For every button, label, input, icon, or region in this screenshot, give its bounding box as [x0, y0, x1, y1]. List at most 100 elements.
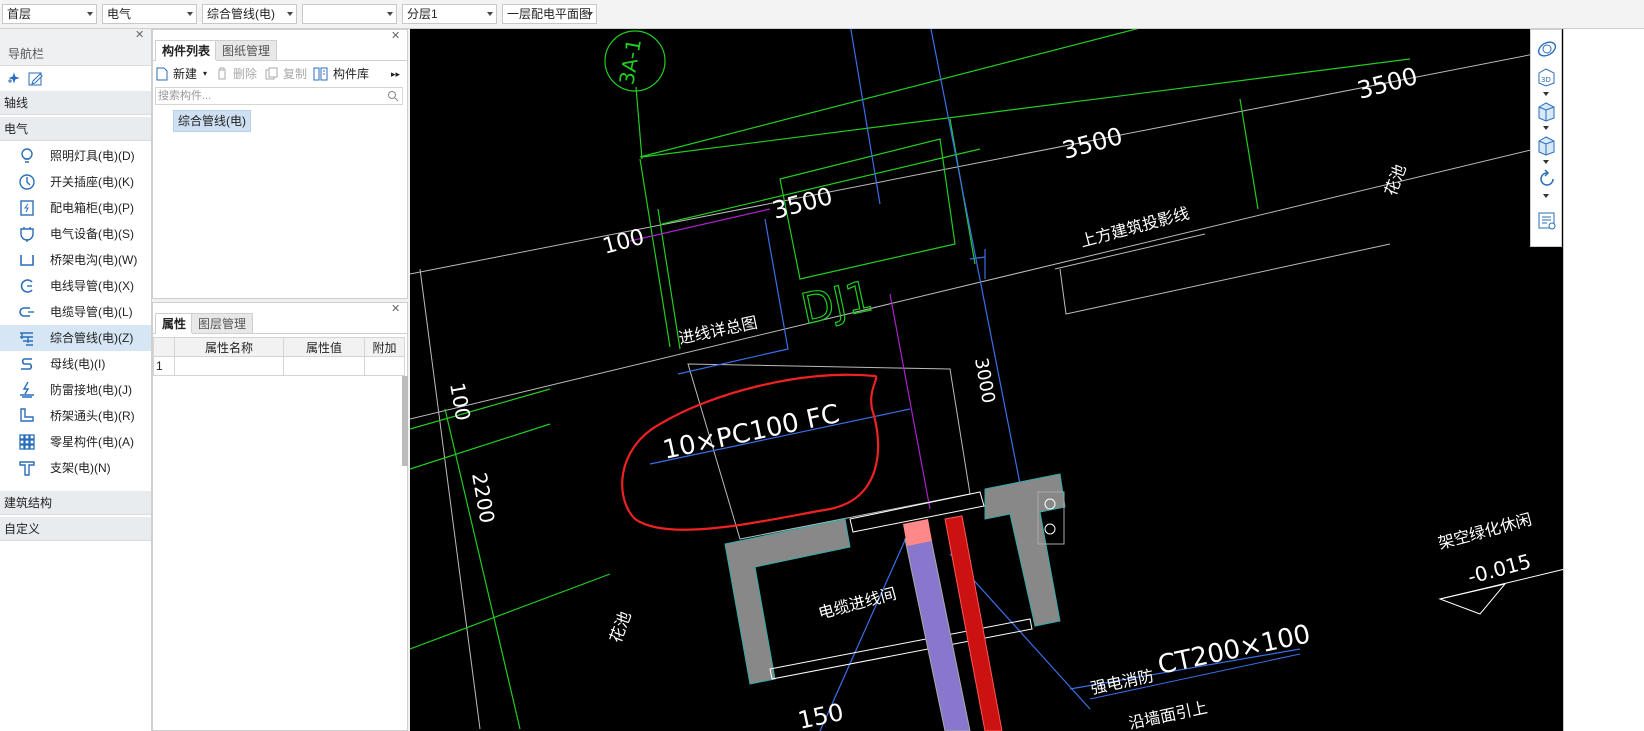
nav-item-label: 开关插座(电)(K) — [50, 175, 134, 189]
column-header: 属性值 — [283, 337, 365, 357]
property-view-icon[interactable] — [1536, 210, 1558, 232]
nav-item-label: 支架(电)(N) — [50, 461, 111, 475]
tab-properties[interactable]: 属性 — [155, 313, 194, 334]
chevron-down-icon[interactable] — [1543, 92, 1549, 96]
dimension-label: 3500 — [1059, 122, 1125, 165]
wire-conduit-icon — [20, 279, 33, 293]
chevron-down-icon[interactable] — [1543, 126, 1549, 130]
nav-item-label: 综合管线(电)(Z) — [50, 331, 134, 345]
nav-item-tray-fitting[interactable]: 桥架通头(电)(R) — [0, 403, 151, 429]
category-electric[interactable]: 电气 — [0, 117, 151, 141]
category-custom[interactable]: 自定义 — [0, 517, 151, 541]
nav-item-busbar[interactable]: 母线(电)(I) — [0, 351, 151, 377]
lightning-ground-icon — [20, 381, 34, 398]
property-extra-cell[interactable] — [364, 356, 405, 376]
nav-item-label: 母线(电)(I) — [50, 357, 106, 371]
floor-select-value: 首层 — [7, 7, 32, 21]
empty-select[interactable] — [302, 4, 397, 24]
cable-tray-icon — [20, 255, 34, 266]
component-item[interactable]: 综合管线(电) — [173, 110, 251, 132]
panel-splitter-handle[interactable] — [402, 376, 408, 466]
electric-equipment-icon — [20, 227, 34, 242]
component-library-button[interactable]: 构件库 — [333, 65, 369, 83]
nav-item-combined-pipeline[interactable]: 综合管线(电)(Z) — [0, 325, 151, 351]
overhead-label: 架空绿化休闲 — [1436, 510, 1534, 553]
tab-layer-management[interactable]: 图层管理 — [191, 313, 254, 333]
nav-item-lighting[interactable]: 照明灯具(电)(D) — [0, 143, 151, 169]
nav-item-bracket[interactable]: 支架(电)(N) — [0, 455, 151, 481]
green-dimension-lines — [410, 29, 1411, 730]
category-axis[interactable]: 轴线 — [0, 91, 151, 115]
close-icon[interactable]: ✕ — [135, 29, 144, 41]
flower-bed-label: 花池 — [606, 609, 635, 646]
property-name-cell[interactable] — [174, 356, 284, 376]
nav-item-cable-tray[interactable]: 桥架电沟(电)(W) — [0, 247, 151, 273]
distribution-box-icon — [20, 200, 34, 216]
chevron-down-icon — [87, 12, 93, 16]
discipline-select[interactable]: 电气 — [102, 4, 197, 24]
layer-select[interactable]: 分层1 — [402, 4, 497, 24]
nav-item-distribution[interactable]: 配电箱柜(电)(P) — [0, 195, 151, 221]
component-search-input[interactable]: 搜索构件... — [155, 87, 403, 105]
column-header: 属性名称 — [174, 337, 284, 357]
nav-tools — [0, 65, 151, 94]
cube-front-icon[interactable] — [1536, 134, 1558, 156]
orbit-icon[interactable] — [1536, 38, 1558, 60]
busbar-icon — [21, 358, 33, 370]
vertical-pipes — [903, 515, 1003, 731]
axis-label: 3A-1 — [614, 37, 646, 86]
chevron-down-icon[interactable] — [1543, 160, 1549, 164]
nav-item-label: 防雷接地(电)(J) — [50, 383, 132, 397]
light-bulb-icon — [21, 148, 33, 163]
dj1-label: DJ1 — [797, 271, 877, 334]
view-toolbar: 3D — [1530, 29, 1562, 247]
column-header: 附加 — [364, 337, 405, 357]
projection-line-label: 上方建筑投影线 — [1078, 204, 1191, 251]
nav-item-lightning[interactable]: 防雷接地(电)(J) — [0, 377, 151, 403]
top-toolbar: 首层 电气 综合管线(电) 分层1 一层配电平面图 — [0, 0, 1644, 29]
nav-item-wire-conduit[interactable]: 电线导管(电)(X) — [0, 273, 151, 299]
nav-title: 导航栏 — [8, 47, 45, 61]
nav-item-cable-conduit[interactable]: 电缆导管(电)(L) — [0, 299, 151, 325]
nav-item-label: 照明灯具(电)(D) — [50, 149, 135, 163]
bottom-dimension-label: 150 — [795, 698, 846, 731]
add-sparkle-icon[interactable] — [6, 72, 20, 86]
cable-room-label: 电缆进线间 — [816, 584, 898, 623]
nav-item-switch[interactable]: 开关插座(电)(K) — [0, 169, 151, 195]
flower-bed-label: 花池 — [1381, 162, 1410, 199]
property-value-cell[interactable] — [283, 356, 365, 376]
chevron-down-icon — [287, 12, 293, 16]
cable-room-walls — [724, 473, 1066, 685]
row-index: 1 — [153, 356, 175, 376]
tab-drawing-management[interactable]: 图纸管理 — [215, 40, 278, 60]
cad-canvas[interactable]: 3A-1 3500 3500 3500 100 100 3000 2200 DJ… — [410, 29, 1644, 731]
chevron-down-icon[interactable]: ▾ — [203, 65, 207, 83]
nav-item-misc[interactable]: 零星构件(电)(A) — [0, 429, 151, 455]
drawing-select-value: 一层配电平面图 — [507, 7, 592, 21]
chevron-down-icon[interactable] — [1543, 194, 1549, 198]
discipline-select-value: 电气 — [107, 7, 132, 21]
property-tabs: 属性 图层管理 — [153, 313, 407, 334]
tab-component-list[interactable]: 构件列表 — [155, 40, 218, 61]
nav-item-label: 电线导管(电)(X) — [50, 279, 134, 293]
elevation-label: -0.015 — [1465, 549, 1533, 589]
component-type-select[interactable]: 综合管线(电) — [202, 4, 297, 24]
new-button[interactable]: 新建 — [173, 65, 197, 83]
search-icon[interactable] — [387, 90, 399, 102]
nav-item-label: 电缆导管(电)(L) — [50, 305, 133, 319]
cube-top-icon[interactable] — [1536, 100, 1558, 122]
table-row[interactable]: 1 — [153, 356, 405, 376]
rotate-icon[interactable] — [1536, 168, 1558, 190]
component-library-icon — [313, 67, 328, 81]
property-table: 属性名称 属性值 附加 1 — [153, 337, 405, 376]
nav-item-equipment[interactable]: 电气设备(电)(S) — [0, 221, 151, 247]
more-icon[interactable]: ▸▸ — [391, 65, 400, 83]
3d-view-icon[interactable]: 3D — [1536, 66, 1558, 88]
copy-button[interactable]: 复制 — [283, 65, 307, 83]
drawing-select[interactable]: 一层配电平面图 — [502, 4, 597, 24]
edit-icon[interactable] — [28, 71, 44, 87]
delete-button[interactable]: 删除 — [233, 65, 257, 83]
dimension-label: 3000 — [970, 356, 999, 405]
floor-select[interactable]: 首层 — [2, 4, 97, 24]
category-building[interactable]: 建筑结构 — [0, 491, 151, 515]
